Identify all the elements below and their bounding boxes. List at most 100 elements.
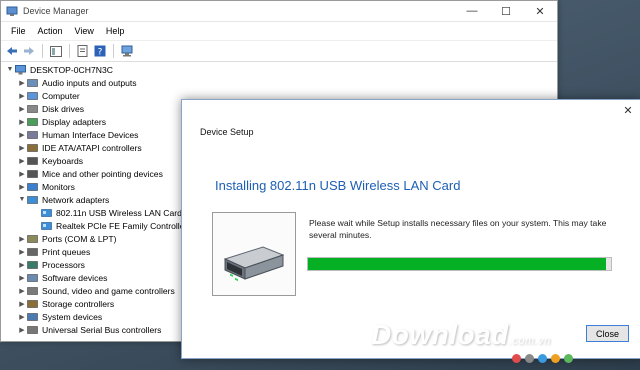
tree-category-label: Keyboards [42,155,84,166]
close-button[interactable]: Close [586,325,629,342]
menu-help[interactable]: Help [100,26,131,36]
tree-category-label: Monitors [42,181,75,192]
system-device-icon [27,312,38,321]
collapse-chevron-icon[interactable]: ▼ [17,196,27,203]
expand-chevron-icon[interactable]: ▶ [17,235,27,243]
toolbar-separator [69,44,70,58]
forward-arrow-icon[interactable] [22,44,36,58]
install-heading: Installing 802.11n USB Wireless LAN Card [215,178,461,193]
toolbar-separator [113,44,114,58]
expand-chevron-icon[interactable]: ▶ [17,131,27,139]
maximize-button[interactable]: ☐ [489,1,523,21]
display-adapter-icon [27,117,38,126]
disk-drive-icon [27,104,38,113]
expand-chevron-icon[interactable]: ▶ [17,157,27,165]
expand-chevron-icon[interactable]: ▶ [17,170,27,178]
expand-chevron-icon[interactable]: ▶ [17,118,27,126]
help-icon[interactable]: ? [93,44,107,58]
expand-chevron-icon[interactable]: ▶ [17,274,27,282]
usb-icon [27,325,38,334]
expand-chevron-icon[interactable]: ▶ [17,261,27,269]
expand-chevron-icon[interactable]: ▶ [17,79,27,87]
hid-icon [27,130,38,139]
tree-category-label: Software devices [42,272,108,283]
watermark-dot [564,354,573,363]
network-adapter-icon [27,195,38,204]
tree-category-label: IDE ATA/ATAPI controllers [42,142,142,153]
expand-chevron-icon[interactable]: ▶ [17,300,27,308]
tree-category-label: System devices [42,311,103,322]
progress-fill [308,258,607,270]
sound-icon [27,286,38,295]
tree-device-label: Realtek PCIe FE Family Controller [56,220,188,231]
network-card-icon [223,246,285,282]
download-watermark-logo: Download.com.vn [371,319,551,351]
tree-category-label: Display adapters [42,116,107,127]
tree-category[interactable]: ▶ Audio inputs and outputs [1,76,557,89]
close-window-button[interactable]: ✕ [523,1,557,21]
tree-category-label: Mice and other pointing devices [42,168,163,179]
mouse-icon [27,169,38,178]
window-title: Device Manager [23,6,89,16]
tree-category-label: Audio inputs and outputs [42,77,137,88]
menu-view[interactable]: View [69,26,100,36]
menu-bar: File Action View Help [1,22,557,41]
tree-root[interactable]: ▼ DESKTOP-0CH7N3C [1,63,557,76]
watermark-dots [512,354,573,363]
toolbar-separator [42,44,43,58]
watermark-dot [512,354,521,363]
collapse-chevron-icon[interactable]: ▼ [5,66,15,73]
expand-chevron-icon[interactable]: ▶ [17,183,27,191]
device-image-box [212,212,296,296]
tree-category-label: Disk drives [42,103,85,114]
storage-controller-icon [27,299,38,308]
watermark-dot [551,354,560,363]
watermark-text: Download [371,319,509,350]
keyboard-icon [27,156,38,165]
scan-hardware-icon[interactable] [120,44,134,58]
title-bar: Device Manager — ☐ ✕ [1,1,557,22]
tree-device-label: 802.11n USB Wireless LAN Card [56,207,182,218]
tree-category-label: Universal Serial Bus controllers [42,324,162,335]
menu-file[interactable]: File [5,26,32,36]
expand-chevron-icon[interactable]: ▶ [17,313,27,321]
toolbar: ? [1,41,557,62]
dialog-caption: Device Setup [200,127,254,137]
computer-icon [27,91,38,100]
ide-controller-icon [27,143,38,152]
tree-category-label: Network adapters [42,194,110,205]
watermark-suffix: .com.vn [508,335,551,347]
tree-category-label: Ports (COM & LPT) [42,233,117,244]
network-adapter-icon [41,221,52,230]
computer-name: DESKTOP-0CH7N3C [30,64,113,75]
expand-chevron-icon[interactable]: ▶ [17,144,27,152]
expand-chevron-icon[interactable]: ▶ [17,248,27,256]
watermark-dot [525,354,534,363]
menu-action[interactable]: Action [32,26,69,36]
properties-icon[interactable] [76,44,90,58]
processor-icon [27,260,38,269]
expand-chevron-icon[interactable]: ▶ [17,287,27,295]
tree-category-label: Processors [42,259,85,270]
minimize-button[interactable]: — [455,1,489,21]
svg-text:?: ? [98,48,103,58]
software-device-icon [27,273,38,282]
tree-category-label: Print queues [42,246,91,257]
tree-category-label: Sound, video and game controllers [42,285,175,296]
expand-chevron-icon[interactable]: ▶ [17,105,27,113]
expand-chevron-icon[interactable]: ▶ [17,92,27,100]
tree-category-label: Computer [42,90,80,101]
install-message: Please wait while Setup installs necessa… [309,218,607,240]
computer-icon [15,64,26,74]
printer-icon [27,247,38,256]
monitor-icon [27,182,38,191]
watermark-dot [538,354,547,363]
back-arrow-icon[interactable] [5,44,19,58]
expand-chevron-icon[interactable]: ▶ [17,326,27,334]
show-hide-tree-icon[interactable] [49,44,63,58]
device-manager-icon [6,6,18,16]
port-icon [27,234,38,243]
speaker-icon [27,78,38,87]
close-icon[interactable]: ✕ [621,104,635,118]
install-progress-bar [307,257,612,271]
